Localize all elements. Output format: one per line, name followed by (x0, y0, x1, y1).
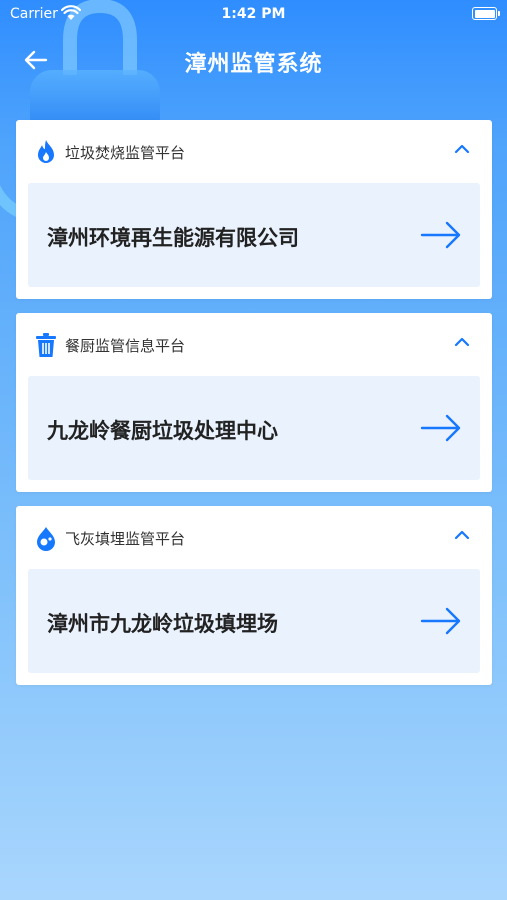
arrow-right-icon[interactable] (420, 607, 462, 635)
droplet-icon (37, 527, 55, 551)
battery-icon (472, 7, 500, 20)
clock-time: 1:42 PM (221, 6, 286, 22)
chevron-up-icon[interactable] (454, 529, 470, 541)
arrow-right-icon[interactable] (420, 414, 462, 442)
facility-name: 漳州市九龙岭垃圾填埋场 (47, 612, 278, 636)
facility-row[interactable]: 九龙岭餐厨垃圾处理中心 (28, 376, 480, 480)
navigation-bar: 漳州监管系统 (0, 36, 507, 84)
status-bar: Carrier 1:42 PM (0, 0, 507, 28)
platform-name: 餐厨监管信息平台 (65, 337, 186, 355)
chevron-up-icon[interactable] (454, 336, 470, 348)
platform-card: 餐厨监管信息平台 九龙岭餐厨垃圾处理中心 (16, 313, 492, 492)
chevron-up-icon[interactable] (454, 143, 470, 155)
facility-row[interactable]: 漳州环境再生能源有限公司 (28, 183, 480, 287)
platform-card-header[interactable]: 飞灰填埋监管平台 (16, 506, 492, 568)
platform-card: 垃圾焚烧监管平台 漳州环境再生能源有限公司 (16, 120, 492, 299)
page-title: 漳州监管系统 (184, 52, 323, 77)
trash-bin-icon (36, 333, 56, 357)
facility-row[interactable]: 漳州市九龙岭垃圾填埋场 (28, 569, 480, 673)
platform-card-header[interactable]: 垃圾焚烧监管平台 (16, 120, 492, 182)
facility-name: 九龙岭餐厨垃圾处理中心 (47, 419, 278, 443)
arrow-right-icon[interactable] (420, 221, 462, 249)
platform-card-header[interactable]: 餐厨监管信息平台 (16, 313, 492, 375)
platform-card: 飞灰填埋监管平台 漳州市九龙岭垃圾填埋场 (16, 506, 492, 685)
flame-icon (38, 140, 54, 163)
platform-card-list: 垃圾焚烧监管平台 漳州环境再生能源有限公司 餐厨监管信息平台 九龙岭餐厨垃圾处理… (16, 120, 492, 699)
facility-name: 漳州环境再生能源有限公司 (47, 226, 299, 250)
platform-name: 垃圾焚烧监管平台 (65, 144, 186, 162)
platform-name: 飞灰填埋监管平台 (65, 530, 186, 548)
